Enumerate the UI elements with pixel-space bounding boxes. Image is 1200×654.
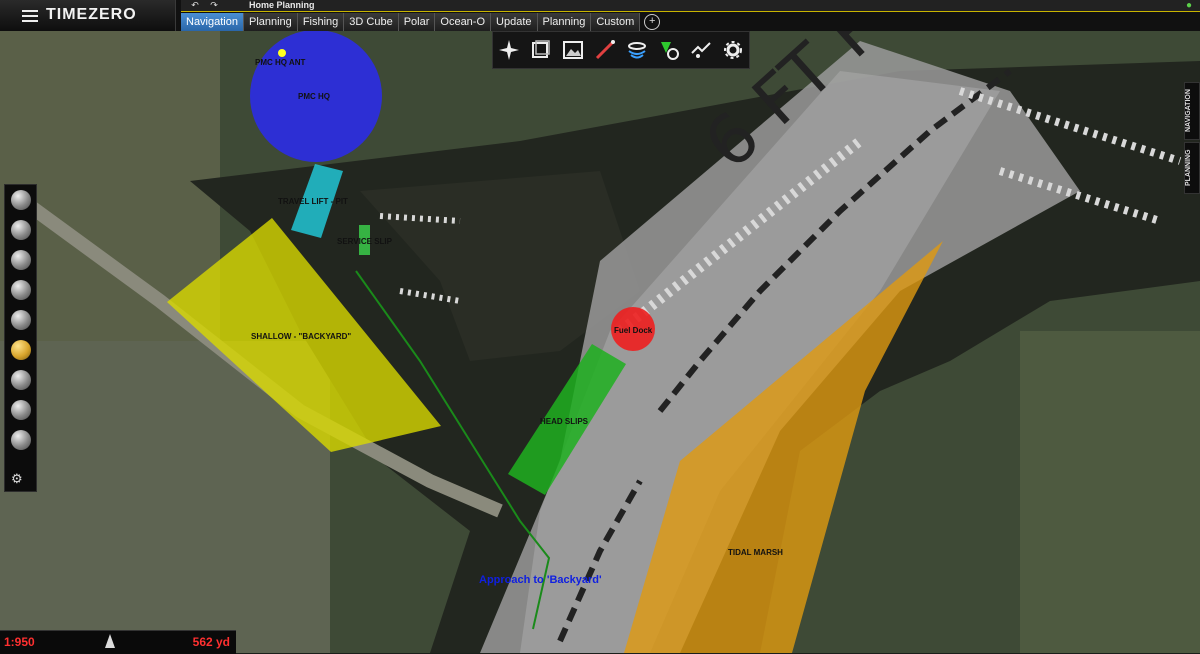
route-build-icon[interactable] bbox=[5, 215, 36, 245]
weather-icon[interactable] bbox=[685, 34, 717, 66]
shallow-zone-label: SHALLOW - "BACKYARD" bbox=[251, 332, 352, 341]
scale-ratio: 1:950 bbox=[4, 635, 35, 649]
map-toolbar bbox=[492, 31, 750, 69]
status-bar: 1:950 562 yd bbox=[0, 630, 236, 654]
sonar-icon[interactable] bbox=[621, 34, 653, 66]
workspace-tabs: Navigation Planning Fishing 3D Cube Pola… bbox=[181, 13, 664, 31]
tab-navigation[interactable]: Navigation bbox=[181, 13, 244, 31]
undo-icon[interactable]: ↶ bbox=[186, 1, 204, 10]
route-tool-icon[interactable] bbox=[589, 34, 621, 66]
tab-planning[interactable]: Planning bbox=[243, 13, 298, 31]
side-tab-planning[interactable]: PLANNING bbox=[1184, 142, 1200, 194]
add-tab-icon[interactable]: + bbox=[644, 14, 661, 30]
approach-label: Approach to 'Backyard' bbox=[479, 574, 602, 586]
top-bar: TIMEZERO ↶ ↷ Home Planning ● Navigation … bbox=[0, 0, 1200, 31]
chart-layers-icon[interactable] bbox=[525, 34, 557, 66]
app-brand: TIMEZERO bbox=[46, 6, 137, 23]
scale-distance: 562 yd bbox=[192, 635, 230, 649]
center-boat-icon[interactable] bbox=[5, 425, 36, 455]
connection-icon: ● bbox=[1185, 0, 1192, 11]
range-bearing-icon[interactable] bbox=[5, 365, 36, 395]
side-tab-navigation[interactable]: NAVIGATION bbox=[1184, 82, 1200, 140]
compass-rose-icon[interactable] bbox=[493, 34, 525, 66]
tab-ocean-o[interactable]: Ocean-O bbox=[435, 13, 492, 31]
north-arrow-icon[interactable] bbox=[105, 634, 115, 648]
tool-settings-icon[interactable]: ⚙ bbox=[11, 471, 23, 487]
left-tool-palette: ⚙ bbox=[4, 184, 37, 492]
travel-lift-label: TRAVEL LIFT - PIT bbox=[278, 197, 348, 206]
fuel-dock-label: Fuel Dock bbox=[614, 326, 653, 335]
zoom-in-icon[interactable] bbox=[5, 275, 36, 305]
head-slips-label: HEAD SLIPS bbox=[540, 417, 589, 426]
service-slip-label: SERVICE SLIP bbox=[337, 237, 392, 246]
pmc-hq-label: PMC HQ bbox=[298, 92, 330, 101]
zoom-out-icon[interactable] bbox=[5, 305, 36, 335]
pmc-hq-ant-marker[interactable] bbox=[278, 49, 286, 57]
photo-fusion-icon[interactable] bbox=[557, 34, 589, 66]
hamburger-icon[interactable] bbox=[22, 10, 38, 22]
tidal-marsh-label: TIDAL MARSH bbox=[728, 548, 783, 557]
tab-3d-cube[interactable]: 3D Cube bbox=[344, 13, 399, 31]
tab-planning-2[interactable]: Planning bbox=[537, 13, 592, 31]
settings-icon[interactable] bbox=[717, 34, 749, 66]
tab-update[interactable]: Update bbox=[491, 13, 538, 31]
boat-targets-icon[interactable] bbox=[653, 34, 685, 66]
pmc-hq-ant-label: PMC HQ ANT bbox=[255, 58, 306, 67]
workspace-title: Home Planning bbox=[249, 0, 315, 10]
tab-polar[interactable]: Polar bbox=[398, 13, 436, 31]
satellite-photo bbox=[0, 31, 1200, 653]
chart-view[interactable]: PMC HQ ANT PMC HQ TRAVEL LIFT - PIT SERV… bbox=[0, 31, 1200, 653]
tab-custom[interactable]: Custom bbox=[591, 13, 641, 31]
waypoint-tool-icon[interactable] bbox=[5, 185, 36, 215]
marker-drop-icon[interactable] bbox=[5, 395, 36, 425]
app-menu[interactable]: TIMEZERO bbox=[0, 0, 176, 31]
tab-fishing[interactable]: Fishing bbox=[297, 13, 345, 31]
history-bar: ↶ ↷ Home Planning ● bbox=[181, 0, 1200, 12]
measure-tool-icon[interactable] bbox=[5, 245, 36, 275]
pan-hand-icon[interactable] bbox=[5, 335, 36, 365]
redo-icon[interactable]: ↷ bbox=[205, 1, 223, 10]
